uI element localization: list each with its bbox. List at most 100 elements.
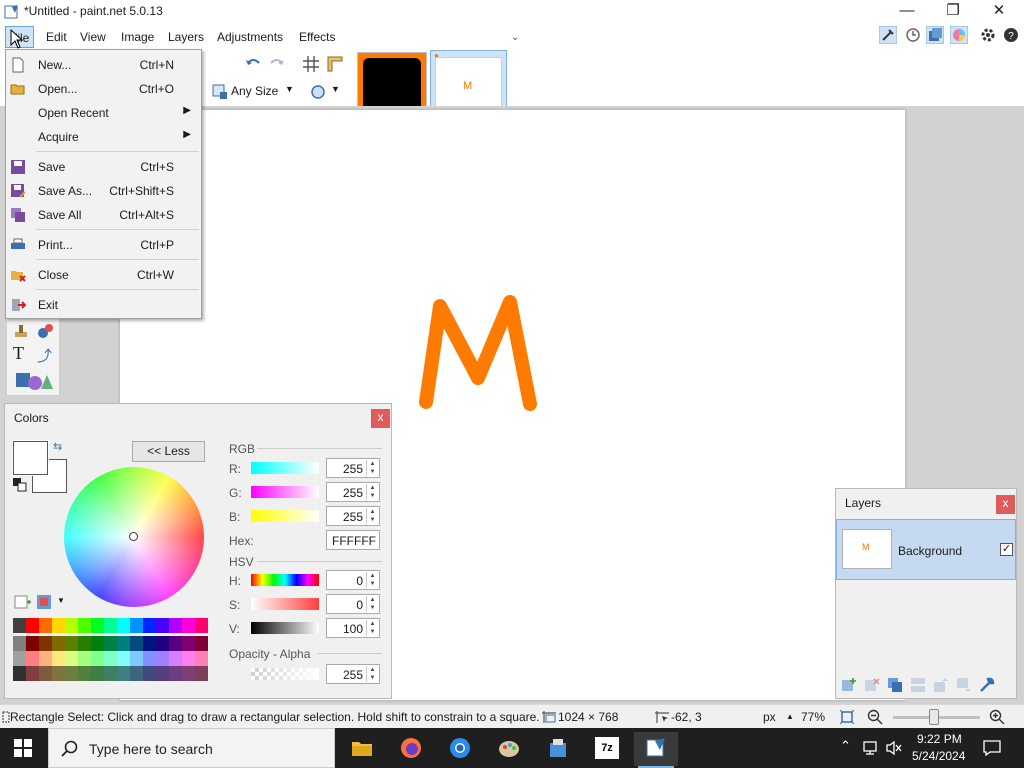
network-icon[interactable] <box>862 740 880 756</box>
history-icon[interactable] <box>904 26 922 44</box>
antialias-icon[interactable] <box>309 83 327 101</box>
less-button[interactable]: << Less <box>132 441 205 462</box>
palette-swatch[interactable] <box>39 651 52 666</box>
clock-time[interactable]: 9:22 PM <box>917 732 962 746</box>
menu-adjustments[interactable]: Adjustments <box>213 26 287 48</box>
menu-item-acquire[interactable]: Acquire ▶ <box>6 126 201 148</box>
value-slider[interactable] <box>251 622 319 634</box>
zoom-level[interactable]: 77% <box>801 710 825 724</box>
duplicate-layer-icon[interactable] <box>887 677 903 693</box>
shapes-tool-icon[interactable] <box>15 371 53 391</box>
paint-app-taskbar[interactable] <box>487 732 531 766</box>
chevron-up-icon[interactable]: ▲ <box>786 712 794 721</box>
chevron-down-icon[interactable]: ⌄ <box>511 32 519 43</box>
speaker-muted-icon[interactable] <box>885 740 903 756</box>
palette-swatch[interactable] <box>195 666 208 681</box>
menu-view[interactable]: View <box>76 26 110 48</box>
close-layers-button[interactable]: x <box>996 495 1015 514</box>
palette-swatch[interactable] <box>91 666 104 681</box>
palette-swatch[interactable] <box>65 636 78 651</box>
palette-swatch[interactable] <box>65 618 78 633</box>
zoom-to-window-icon[interactable] <box>839 709 855 725</box>
palette-swatch[interactable] <box>130 666 143 681</box>
palette-swatch[interactable] <box>117 651 130 666</box>
palette-swatch[interactable] <box>104 636 117 651</box>
redo-icon[interactable] <box>268 55 286 73</box>
palette-swatch[interactable] <box>26 618 39 633</box>
merge-layer-icon[interactable] <box>910 677 926 693</box>
notification-icon[interactable] <box>983 739 1001 757</box>
palette-swatch[interactable] <box>26 636 39 651</box>
palette-swatch[interactable] <box>143 666 156 681</box>
palette-swatch[interactable] <box>13 666 26 681</box>
palette-swatch[interactable] <box>91 618 104 633</box>
palette-swatch[interactable] <box>91 651 104 666</box>
color-wheel-picker[interactable] <box>129 532 138 541</box>
palette-swatch[interactable] <box>65 666 78 681</box>
close-window-button[interactable]: ✕ <box>976 0 1022 24</box>
chevron-down-icon[interactable]: ▼ <box>57 596 65 605</box>
units-selector[interactable]: px <box>763 710 776 724</box>
palette-swatch[interactable] <box>117 636 130 651</box>
primary-color-swatch[interactable] <box>12 440 49 476</box>
zoom-in-icon[interactable] <box>989 709 1005 725</box>
palette-swatch[interactable] <box>52 618 65 633</box>
menu-item-save[interactable]: Save Ctrl+S <box>6 156 201 178</box>
menu-item-exit[interactable]: Exit <box>6 294 201 316</box>
firefox-taskbar[interactable] <box>389 732 433 766</box>
file-explorer-taskbar[interactable] <box>340 732 384 766</box>
menu-item-save-all[interactable]: Save All Ctrl+Alt+S <box>6 204 201 226</box>
palette-swatch[interactable] <box>195 618 208 633</box>
green-input[interactable]: 255 ▲ ▼ <box>326 482 380 502</box>
chevron-down-icon[interactable]: ▼ <box>331 84 340 94</box>
add-layer-icon[interactable] <box>841 677 857 693</box>
palette-swatch[interactable] <box>156 651 169 666</box>
palette-swatch[interactable] <box>156 666 169 681</box>
palette-swatch[interactable] <box>26 666 39 681</box>
layer-visibility-checkbox[interactable]: ✓ <box>1000 543 1013 556</box>
paintnet-taskbar[interactable] <box>634 732 678 768</box>
palette-swatch[interactable] <box>169 651 182 666</box>
palette-swatch[interactable] <box>169 618 182 633</box>
layer-properties-icon[interactable] <box>979 677 995 693</box>
palette-swatch[interactable] <box>26 651 39 666</box>
gear-icon[interactable] <box>979 26 997 44</box>
palette-menu-icon[interactable] <box>36 594 52 610</box>
palette-swatch[interactable] <box>52 651 65 666</box>
zoom-slider-thumb[interactable] <box>929 709 939 725</box>
palette-swatch[interactable] <box>117 666 130 681</box>
help-icon[interactable]: ? <box>1002 26 1020 44</box>
palette-swatch[interactable] <box>182 651 195 666</box>
hue-slider[interactable] <box>251 574 319 586</box>
palette-swatch[interactable] <box>156 618 169 633</box>
palette-swatch[interactable] <box>39 618 52 633</box>
windows-start-icon[interactable] <box>14 739 32 757</box>
clone-stamp-icon[interactable] <box>12 322 30 340</box>
menu-item-close[interactable]: Close Ctrl+W <box>6 264 201 286</box>
blue-input[interactable]: 255 ▲ ▼ <box>326 506 380 526</box>
palette-swatch[interactable] <box>143 636 156 651</box>
grid-icon[interactable] <box>302 55 320 73</box>
palette-swatch[interactable] <box>143 651 156 666</box>
palette-swatch[interactable] <box>104 666 117 681</box>
red-slider[interactable] <box>251 462 319 474</box>
green-slider[interactable] <box>251 486 319 498</box>
palette-swatch[interactable] <box>130 618 143 633</box>
alpha-input[interactable]: 255 ▲ ▼ <box>326 664 380 684</box>
palette-swatch[interactable] <box>169 666 182 681</box>
text-tool-icon[interactable]: T <box>13 343 24 364</box>
menu-image[interactable]: Image <box>117 26 158 48</box>
minimize-button[interactable]: — <box>884 0 930 24</box>
restore-button[interactable]: ❐ <box>930 0 976 24</box>
palette-swatch[interactable] <box>52 636 65 651</box>
palette-swatch[interactable] <box>195 636 208 651</box>
7zip-taskbar[interactable]: 7z <box>585 732 629 766</box>
close-colors-button[interactable]: x <box>371 409 390 428</box>
menu-item-new[interactable]: New... Ctrl+N <box>6 54 201 76</box>
layer-row-background[interactable]: M Background ✓ <box>836 519 1016 580</box>
palette-swatch[interactable] <box>91 636 104 651</box>
menu-item-print[interactable]: Print... Ctrl+P <box>6 234 201 256</box>
menu-edit[interactable]: Edit <box>42 26 71 48</box>
blue-slider[interactable] <box>251 510 319 522</box>
saturation-input[interactable]: 0 ▲ ▼ <box>326 594 380 614</box>
